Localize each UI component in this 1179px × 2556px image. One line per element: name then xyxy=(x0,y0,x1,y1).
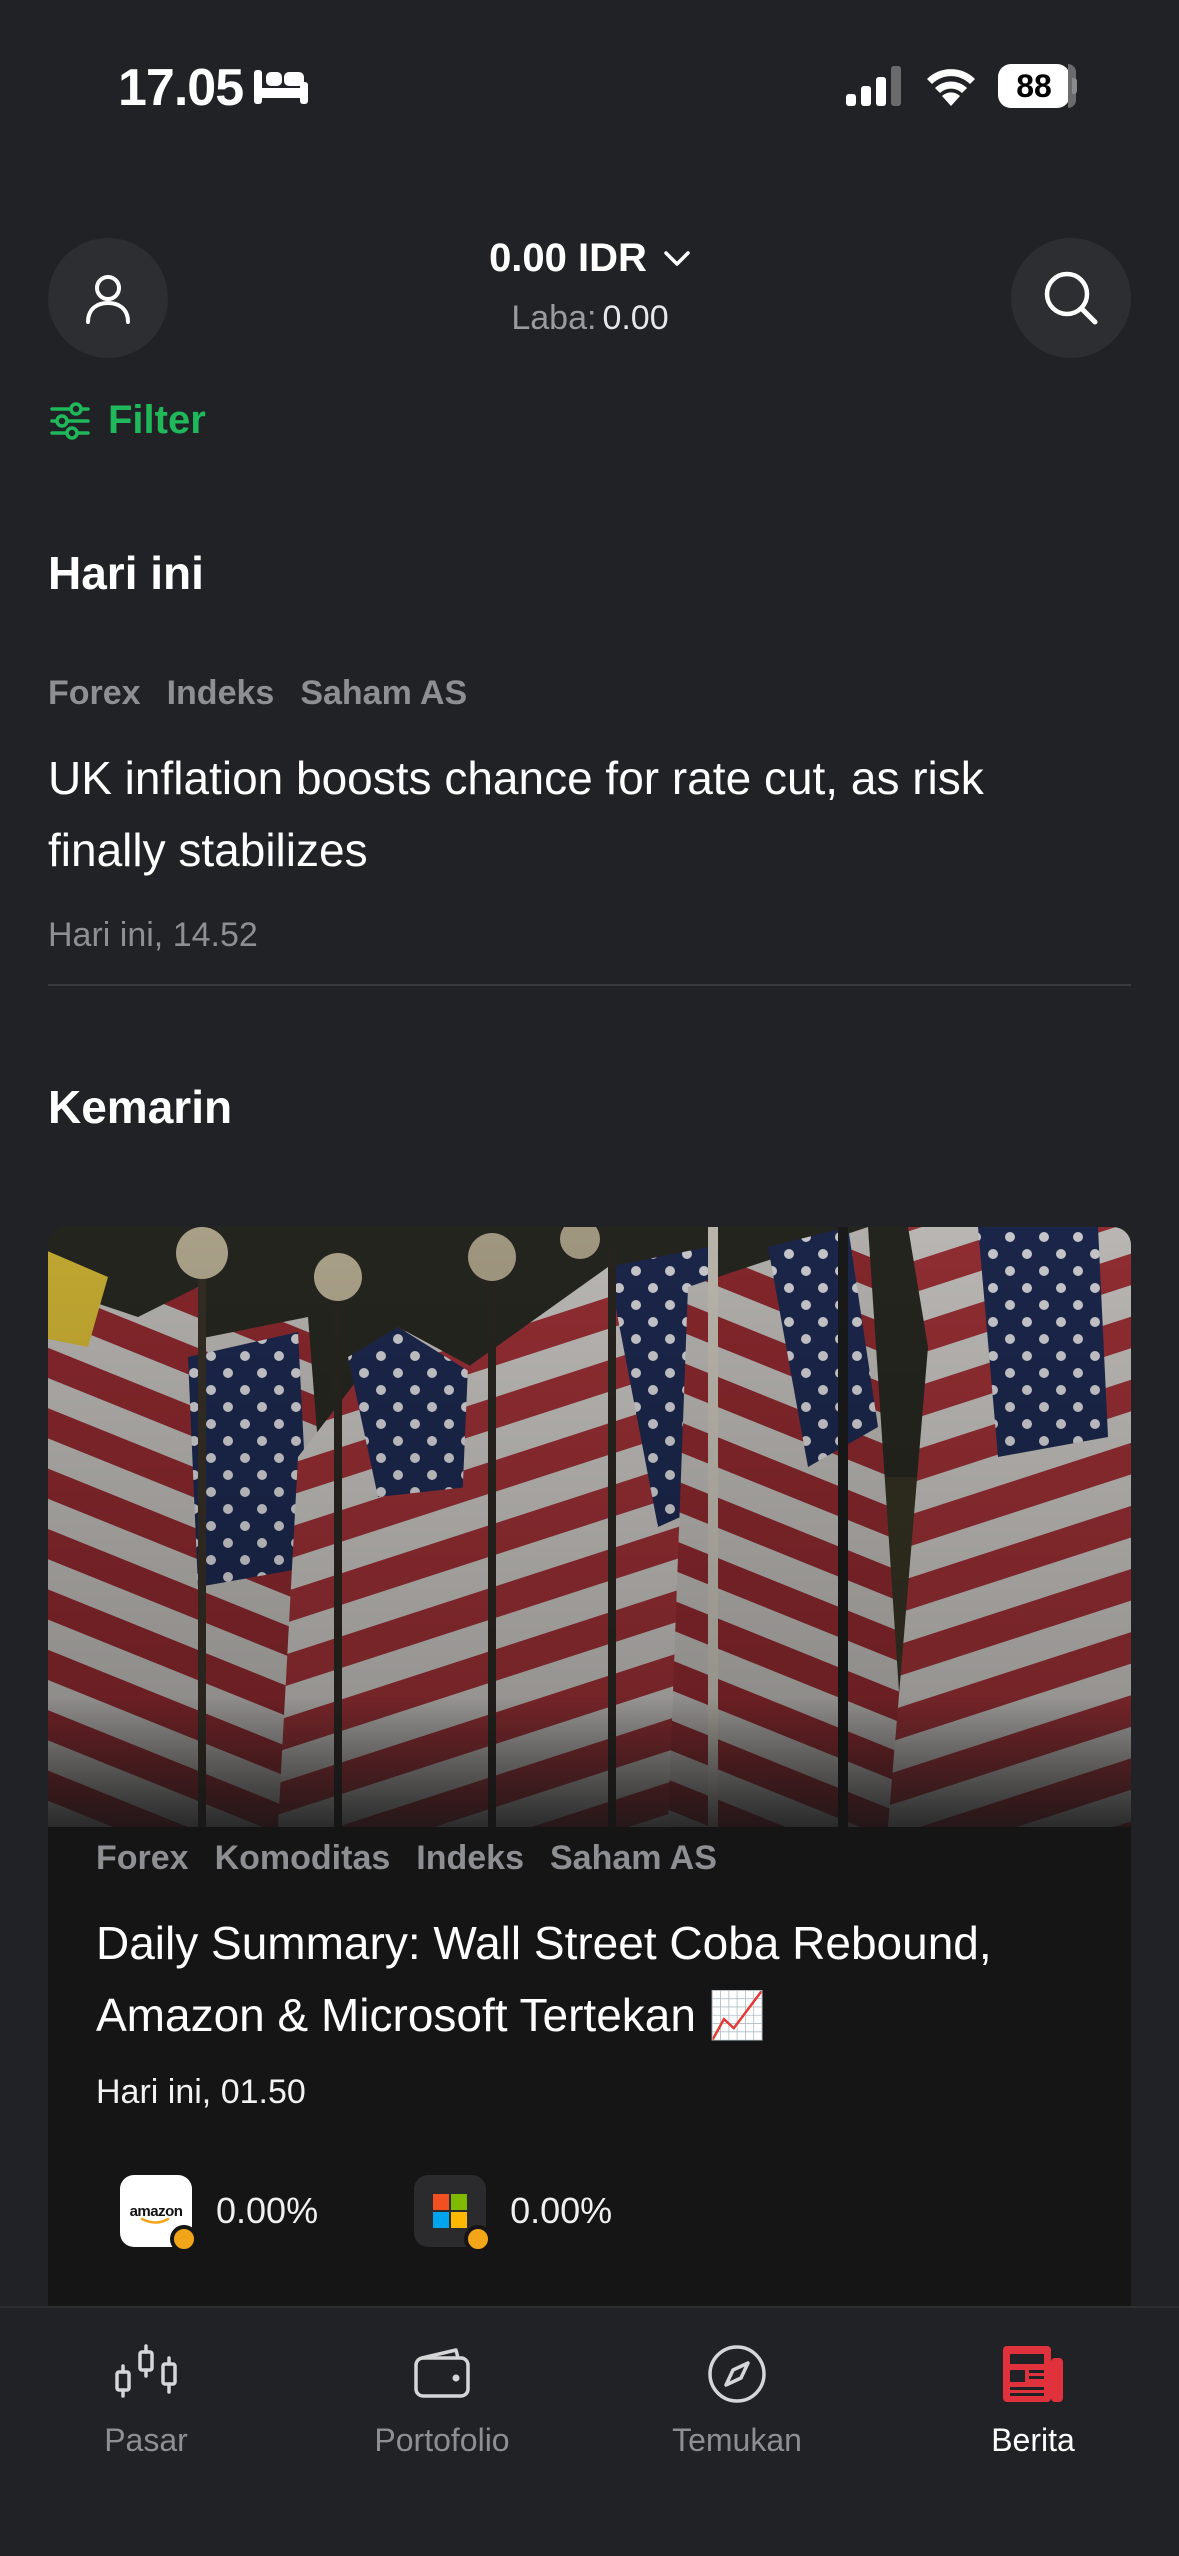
wallet-icon xyxy=(414,2348,470,2398)
compass-icon xyxy=(708,2345,766,2403)
status-bar: 17.05 88 xyxy=(0,0,1179,170)
section-title-yesterday: Kemarin xyxy=(48,1081,233,1133)
card-time: Hari ini, 01.50 xyxy=(96,2073,306,2111)
tag-indeks: Indeks xyxy=(416,1839,524,1877)
profile-button[interactable] xyxy=(48,238,168,358)
chevron-down-icon xyxy=(664,250,690,266)
user-icon xyxy=(86,275,130,324)
related-stocks: amazon 0.00% 0.00% xyxy=(120,2175,613,2253)
news-card[interactable]: Forex Komoditas Indeks Saham AS Daily Su… xyxy=(48,1227,1131,2327)
headline-line: finally stabilizes xyxy=(48,824,368,876)
headline-line: UK inflation boosts chance for rate cut,… xyxy=(48,752,984,804)
microsoft-logo xyxy=(414,2175,493,2253)
tab-pasar[interactable]: Pasar xyxy=(26,2334,266,2459)
section-title-today: Hari ini xyxy=(48,547,204,599)
tag-saham-as: Saham AS xyxy=(300,674,468,712)
article-headline[interactable]: UK inflation boosts chance for rate cut,… xyxy=(48,742,1131,886)
tag-saham-as: Saham AS xyxy=(550,1839,717,1877)
market-status-dot xyxy=(170,2225,198,2253)
tab-label: Pasar xyxy=(104,2422,188,2458)
battery-indicator: 88 xyxy=(998,64,1077,108)
candlestick-icon xyxy=(115,2344,177,2398)
search-icon xyxy=(1044,271,1098,325)
tab-label: Berita xyxy=(991,2422,1075,2458)
wifi-icon xyxy=(927,69,975,106)
microsoft-squares-icon xyxy=(433,2194,468,2228)
tab-label: Temukan xyxy=(672,2422,802,2458)
article-tags: Forex Indeks Saham AS xyxy=(48,674,467,713)
stock-amazon[interactable]: amazon 0.00% xyxy=(120,2175,319,2253)
tab-temukan[interactable]: Temukan xyxy=(617,2334,857,2459)
amazon-logo: amazon xyxy=(120,2175,198,2253)
profit-value: 0.00 xyxy=(602,299,669,337)
sleep-focus-icon xyxy=(254,70,308,104)
headline-line: Amazon & Microsoft Tertekan 📈 xyxy=(96,1989,767,2041)
account-balance[interactable]: 0.00 IDR Laba: 0.00 xyxy=(380,236,800,338)
stock-change: 0.00% xyxy=(510,2190,613,2231)
tag-forex: Forex xyxy=(96,1839,189,1877)
bottom-tab-bar: Pasar Portofolio Temukan Berita xyxy=(0,2306,1179,2556)
divider xyxy=(48,984,1131,986)
market-status-dot xyxy=(464,2225,493,2253)
tab-label: Portofolio xyxy=(374,2422,510,2458)
card-tags: Forex Komoditas Indeks Saham AS xyxy=(96,1839,717,1878)
search-button[interactable] xyxy=(1011,238,1131,358)
tag-forex: Forex xyxy=(48,674,141,712)
amazon-smile-icon xyxy=(140,2217,170,2224)
profit-label: Laba: xyxy=(511,299,597,337)
status-time: 17.05 xyxy=(118,59,244,117)
newspaper-icon xyxy=(1003,2346,1063,2402)
cellular-signal-icon xyxy=(846,66,901,106)
tag-komoditas: Komoditas xyxy=(214,1839,391,1877)
news-screen: 17.05 88 0.00 IDR Laba: 0.00 Filter Hari… xyxy=(0,0,1179,2556)
stock-change: 0.00% xyxy=(216,2190,319,2231)
sliders-icon xyxy=(50,401,90,440)
balance-amount: 0.00 IDR xyxy=(489,236,647,280)
card-headline: Daily Summary: Wall Street Coba Rebound,… xyxy=(96,1907,1106,2051)
tag-indeks: Indeks xyxy=(166,674,275,712)
headline-line: Daily Summary: Wall Street Coba Rebound, xyxy=(96,1917,992,1969)
tab-portofolio[interactable]: Portofolio xyxy=(322,2334,562,2459)
filter-button[interactable]: Filter xyxy=(50,398,206,443)
filter-label: Filter xyxy=(108,398,206,442)
profit-row: Laba: 0.00 xyxy=(380,299,800,338)
battery-level: 88 xyxy=(1016,68,1052,104)
image-fade xyxy=(48,1697,1131,1857)
tab-berita[interactable]: Berita xyxy=(913,2334,1153,2459)
stock-microsoft[interactable]: 0.00% xyxy=(414,2175,613,2253)
article-time: Hari ini, 14.52 xyxy=(48,916,258,954)
